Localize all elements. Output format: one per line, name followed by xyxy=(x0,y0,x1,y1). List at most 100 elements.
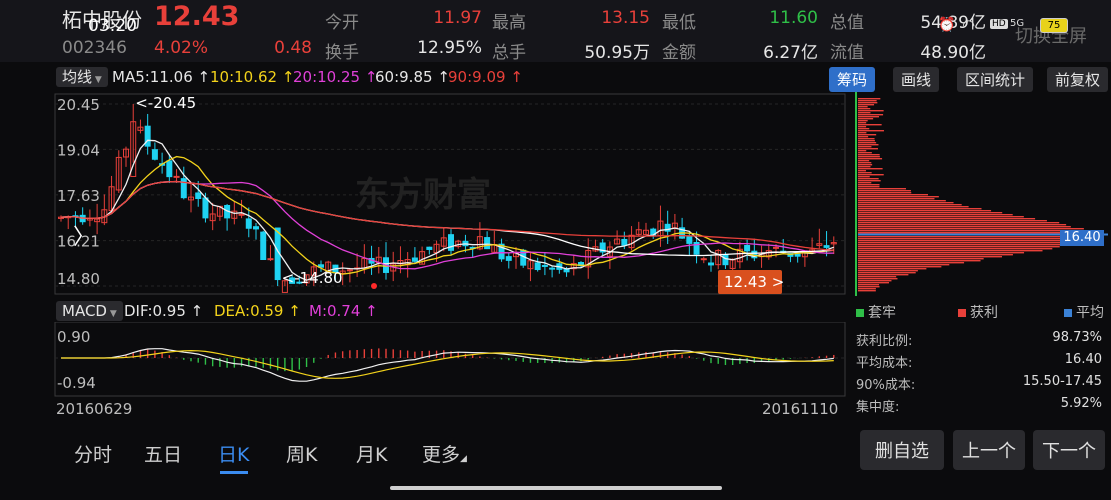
chip-bar xyxy=(858,274,909,276)
chip-bar xyxy=(858,180,881,182)
chip-distribution xyxy=(855,92,1108,296)
candle-body xyxy=(541,264,548,267)
chip-bar xyxy=(858,240,1080,242)
chip-bar xyxy=(858,132,867,134)
y-tick-label: 17.63 xyxy=(57,187,100,205)
chip-bar xyxy=(858,186,880,188)
chip-bar xyxy=(858,246,1060,248)
chip-bar xyxy=(858,200,946,202)
ma-selector[interactable]: 均线 ▼ xyxy=(56,67,108,87)
chip-bar xyxy=(858,188,906,190)
dea-value: DEA:0.59 ↑ xyxy=(214,302,301,320)
chip-bar xyxy=(858,214,1013,216)
turnover-value: 12.95% xyxy=(417,38,482,58)
chip-bar xyxy=(858,204,962,206)
candle-body xyxy=(448,234,454,251)
chip-bar xyxy=(858,232,1084,234)
dea-line xyxy=(61,349,834,379)
chip-bar xyxy=(858,192,912,194)
x-start-date: 20160629 xyxy=(56,400,133,418)
candle-body xyxy=(484,237,491,250)
candle-body xyxy=(534,262,541,271)
candle-body xyxy=(686,236,693,244)
chip-bar xyxy=(858,260,981,262)
candle-body xyxy=(794,253,801,257)
next-stock-button[interactable]: 下一个 xyxy=(1033,430,1105,470)
kline-chart[interactable]: 20.4519.0417.6316.2114.80东方财富<-20.45<-14… xyxy=(0,92,850,298)
home-indicator[interactable] xyxy=(390,486,722,490)
amount-value: 6.27亿 xyxy=(763,43,818,63)
avg-price-tag: 16.40 xyxy=(1060,230,1104,246)
candle-body xyxy=(505,256,512,261)
macd-tick-label: -0.94 xyxy=(57,374,96,392)
chip-bar xyxy=(858,172,872,174)
tab-monthly-k[interactable]: 月K xyxy=(356,440,387,467)
chip-bar xyxy=(858,106,868,108)
chip-bar xyxy=(858,124,882,126)
high-label: 最高 xyxy=(492,13,526,33)
chip-bar xyxy=(858,224,1067,226)
open-label: 今开 xyxy=(325,13,359,33)
chip-bar xyxy=(858,286,880,288)
chip-bar xyxy=(858,148,878,150)
low-label: 最低 xyxy=(662,13,696,33)
ma-selector-label: 均线 xyxy=(62,68,93,86)
chip-bar xyxy=(858,100,877,102)
candle-body xyxy=(773,246,779,249)
chip-bar xyxy=(858,194,929,196)
previous-stock-button[interactable]: 上一个 xyxy=(953,430,1025,470)
turnover-label: 换手 xyxy=(325,43,359,63)
chip-bar xyxy=(858,218,1036,220)
tab-daily-k[interactable]: 日K xyxy=(218,440,249,474)
chip-bar xyxy=(858,270,918,272)
total-cap-label: 总值 xyxy=(830,13,864,33)
chip-bar xyxy=(858,262,965,264)
dif-value: DIF:0.95 ↑ xyxy=(124,302,204,320)
indicator-selector[interactable]: MACD ▼ xyxy=(56,301,123,321)
legend-swatch xyxy=(1064,309,1072,317)
profit-ratio-value: 98.73% xyxy=(1052,330,1102,345)
chip-bar xyxy=(858,280,892,282)
active-tab-indicator xyxy=(219,471,248,474)
corner-arrow-icon: ◢ xyxy=(460,454,467,464)
tab-five-day[interactable]: 五日 xyxy=(144,440,182,467)
legend-average: 平均 xyxy=(1064,302,1104,322)
macd-chart[interactable]: 0.90 -0.94 xyxy=(0,322,850,398)
y-tick-label: 19.04 xyxy=(57,141,100,159)
draw-line-button[interactable]: 画线 xyxy=(893,67,940,92)
remove-watchlist-button[interactable]: 删自选 xyxy=(860,430,944,470)
tab-more[interactable]: 更多◢ xyxy=(422,440,467,467)
y-tick-label: 14.80 xyxy=(57,270,100,288)
tab-weekly-k[interactable]: 周K xyxy=(286,440,317,467)
tab-intraday[interactable]: 分时 xyxy=(74,440,112,467)
chip-bar xyxy=(858,230,1083,232)
candle-body xyxy=(267,258,274,261)
chip-bar xyxy=(858,142,877,144)
collapse-arrow-icon: 〉 xyxy=(73,225,95,250)
forward-adjust-button[interactable]: 前复权 xyxy=(1047,67,1109,92)
amount-label: 金额 xyxy=(662,43,696,63)
chip-bar xyxy=(858,282,889,284)
candle-body xyxy=(238,213,245,216)
candle-body xyxy=(151,149,158,160)
chip-bar xyxy=(858,212,1003,214)
chip-bar xyxy=(858,182,872,184)
legend-swatch xyxy=(856,309,864,317)
candle-body xyxy=(411,257,418,262)
range-stats-button[interactable]: 区间统计 xyxy=(957,67,1034,92)
chip-bar xyxy=(858,272,916,274)
chip-bar xyxy=(858,98,881,100)
candle-body xyxy=(700,258,707,261)
chip-bar xyxy=(858,170,867,172)
chip-bar xyxy=(858,120,868,122)
chips-button[interactable]: 筹码 xyxy=(829,67,876,92)
chip-bar xyxy=(858,152,872,154)
candle-body xyxy=(180,178,187,199)
candle-body xyxy=(173,175,180,178)
chip-bar xyxy=(858,104,875,106)
chip-bar xyxy=(858,210,992,212)
chip-bar xyxy=(858,244,1063,246)
profit-ratio-label: 获利比例: xyxy=(856,334,913,349)
chip-bar xyxy=(858,150,867,152)
float-cap-value: 48.90亿 xyxy=(920,43,986,63)
